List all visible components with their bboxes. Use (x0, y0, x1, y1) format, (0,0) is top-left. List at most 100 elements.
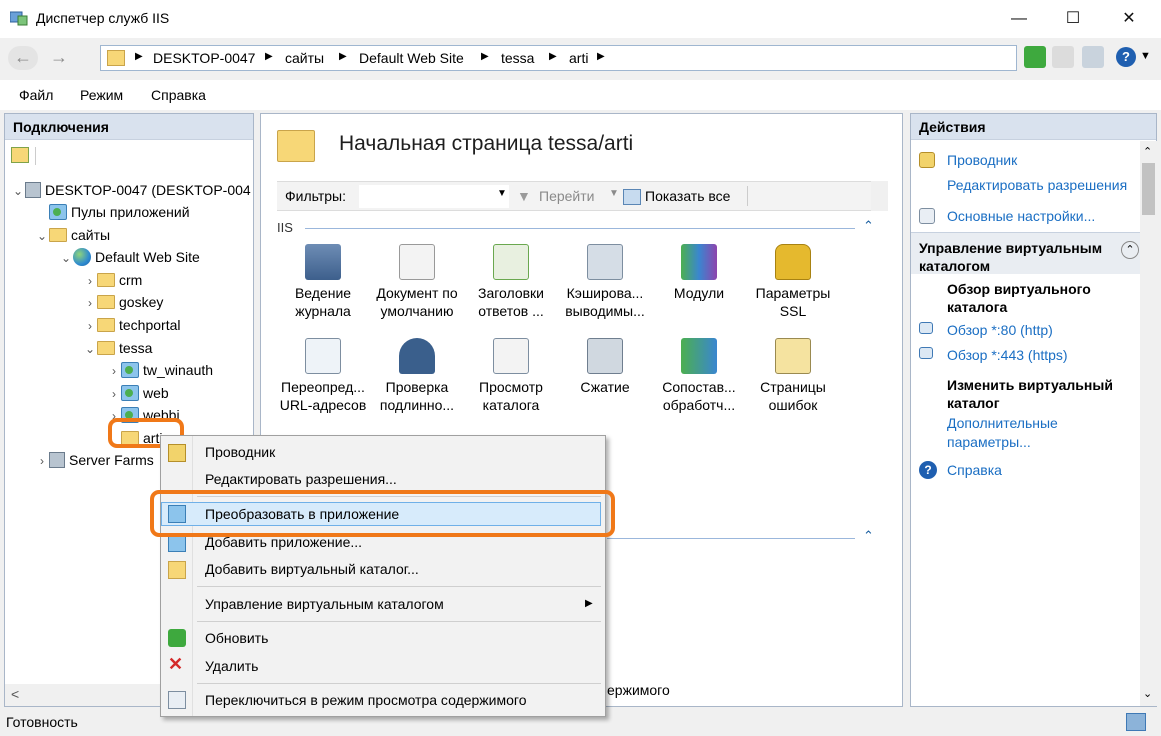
scroll-up-icon[interactable]: ⌃ (1143, 145, 1152, 158)
vdir-section-header: Управление виртуальным каталогом (919, 240, 1103, 274)
feature-authentication[interactable]: Проверка подлинно... (369, 338, 465, 414)
feature-compression[interactable]: Сжатие (557, 338, 653, 396)
menu-view[interactable]: Режим (80, 87, 123, 103)
breadcrumb-separator-icon: ▶ (265, 51, 273, 62)
connect-icon[interactable] (11, 147, 29, 163)
refresh-icon[interactable] (1024, 46, 1046, 68)
maximize-button[interactable]: ☐ (1050, 0, 1096, 38)
vertical-scrollbar[interactable]: ⌃ ⌄ (1140, 141, 1157, 706)
menu-separator (197, 683, 601, 684)
expand-arrow-icon[interactable]: › (83, 270, 97, 292)
tree-item[interactable]: ⌄ сайты (35, 224, 110, 246)
stop-icon[interactable] (1052, 46, 1074, 68)
feature-response-headers[interactable]: Заголовки ответов ... (463, 244, 559, 320)
menu-item-explore[interactable]: Проводник (205, 444, 275, 460)
edit-permissions-link[interactable]: Редактировать разрешения (947, 177, 1127, 193)
basic-settings-link[interactable]: Основные настройки... (947, 208, 1095, 224)
tree-item[interactable]: › web (107, 382, 169, 404)
tree-item[interactable]: › tw_winauth (107, 359, 213, 381)
tree-item-label: Пулы приложений (71, 204, 190, 220)
chevron-down-icon[interactable]: ▼ (1140, 50, 1151, 62)
breadcrumb-item[interactable]: DESKTOP-0047 (153, 50, 255, 66)
collapse-arrow-icon[interactable]: ⌄ (11, 180, 25, 202)
tree-item[interactable]: › crm (83, 269, 142, 291)
document-check-icon (399, 244, 435, 280)
menu-item-add-virtual-directory[interactable]: Добавить виртуальный каталог... (205, 561, 419, 577)
feature-url-rewrite[interactable]: Переопред... URL-адресов (275, 338, 371, 414)
help-link[interactable]: Справка (947, 462, 1002, 478)
breadcrumb-item[interactable]: arti (569, 50, 588, 66)
feature-logging[interactable]: Ведение журнала (275, 244, 371, 320)
menu-item-delete[interactable]: Удалить (205, 658, 258, 674)
expand-arrow-icon[interactable]: › (35, 450, 49, 472)
expand-arrow-icon[interactable]: › (83, 292, 97, 314)
tree-item-label: Default Web Site (95, 249, 200, 265)
menu-item-refresh[interactable]: Обновить (205, 630, 268, 646)
menu-item-manage-virtual-directory[interactable]: Управление виртуальным каталогом (205, 596, 444, 612)
browse-80-link[interactable]: Обзор *:80 (http) (947, 322, 1053, 338)
scroll-down-icon[interactable]: ⌄ (1143, 687, 1152, 700)
collapse-arrow-icon[interactable]: ⌄ (35, 225, 49, 247)
menu-item-switch-content-view[interactable]: Переключиться в режим просмотра содержим… (205, 692, 527, 708)
tree-item[interactable]: › Server Farms (35, 449, 154, 471)
go-dropdown-icon[interactable]: ▼ (609, 188, 619, 199)
collapse-icon[interactable]: ⌃ (1121, 241, 1139, 259)
filter-dropdown-icon[interactable]: ▼ (497, 188, 507, 199)
collapse-arrow-icon[interactable]: ⌄ (59, 247, 73, 269)
menu-item-edit-permissions[interactable]: Редактировать разрешения... (205, 471, 397, 487)
tree-item[interactable]: ⌄ tessa (83, 337, 153, 360)
scrollbar-thumb[interactable] (1142, 163, 1155, 215)
feature-ssl-settings[interactable]: Параметры SSL (745, 244, 841, 320)
tree-item[interactable]: › goskey (83, 291, 163, 313)
tree-item-label: web (143, 385, 169, 401)
edit-vdir-header: Изменить виртуальный каталог (947, 377, 1113, 411)
tree-item[interactable]: ⌄ Default Web Site (59, 246, 200, 268)
feature-label: Переопред... URL-адресов (279, 379, 367, 413)
collapse-icon[interactable]: ⌃ (863, 528, 874, 544)
home-icon[interactable] (1082, 46, 1104, 68)
feature-modules[interactable]: Модули (651, 244, 747, 302)
tree-item-label: Server Farms (69, 452, 154, 468)
expand-arrow-icon[interactable]: › (83, 315, 97, 337)
breadcrumb-item[interactable]: сайты (285, 50, 324, 66)
delete-icon: ✕ (168, 654, 184, 674)
context-menu: Проводник Редактировать разрешения... Пр… (160, 435, 606, 717)
expand-arrow-icon[interactable]: › (107, 383, 121, 405)
show-all-button[interactable]: Показать все (645, 188, 730, 204)
feature-directory-browsing[interactable]: Просмотр каталога (463, 338, 559, 414)
close-button[interactable]: ✕ (1106, 0, 1152, 38)
tree-item[interactable]: ⌄ DESKTOP-0047 (DESKTOP-004 (11, 179, 251, 201)
feature-default-document[interactable]: Документ по умолчанию (369, 244, 465, 320)
address-bar[interactable]: ▶ DESKTOP-0047 ▶ сайты ▶ Default Web Sit… (100, 45, 1017, 71)
menu-file[interactable]: Файл (19, 87, 53, 103)
browse-443-link[interactable]: Обзор *:443 (https) (947, 347, 1068, 363)
breadcrumb-item[interactable]: Default Web Site (359, 50, 464, 66)
collapse-icon[interactable]: ⌃ (863, 218, 874, 234)
feature-output-caching[interactable]: Кэширова... выводимы... (557, 244, 653, 320)
minimize-button[interactable]: — (996, 0, 1042, 38)
network-icon (1126, 713, 1146, 731)
forward-arrow-icon[interactable]: → (44, 46, 74, 70)
tree-item-label: DESKTOP-0047 (DESKTOP-004 (45, 182, 251, 198)
scroll-left-icon[interactable]: < (11, 686, 19, 702)
expand-arrow-icon[interactable]: › (107, 360, 121, 382)
help-icon[interactable]: ? (1116, 47, 1136, 67)
feature-handler-mappings[interactable]: Сопостав... обработч... (651, 338, 747, 414)
collapse-arrow-icon[interactable]: ⌄ (83, 338, 97, 360)
filter-scroll[interactable] (871, 181, 888, 211)
feature-error-pages[interactable]: Страницы ошибок (745, 338, 841, 414)
explore-link[interactable]: Проводник (947, 152, 1017, 168)
connections-toolbar (5, 141, 253, 171)
browse-vdir-header: Обзор виртуального каталога (947, 281, 1091, 315)
filter-input[interactable] (359, 185, 509, 208)
go-button[interactable]: Перейти (539, 188, 594, 204)
actions-header: Действия (911, 114, 1156, 140)
advanced-settings-link[interactable]: Дополнительные параметры... (947, 414, 1127, 452)
submenu-arrow-icon: ▶ (585, 598, 593, 609)
tree-item[interactable]: › techportal (83, 314, 180, 336)
menu-help[interactable]: Справка (151, 87, 206, 103)
back-arrow-icon[interactable]: ← (8, 46, 38, 70)
tree-item[interactable]: Пулы приложений (35, 201, 190, 223)
breadcrumb-item[interactable]: tessa (501, 50, 534, 66)
content-view-tab[interactable]: ержимого (607, 682, 670, 698)
